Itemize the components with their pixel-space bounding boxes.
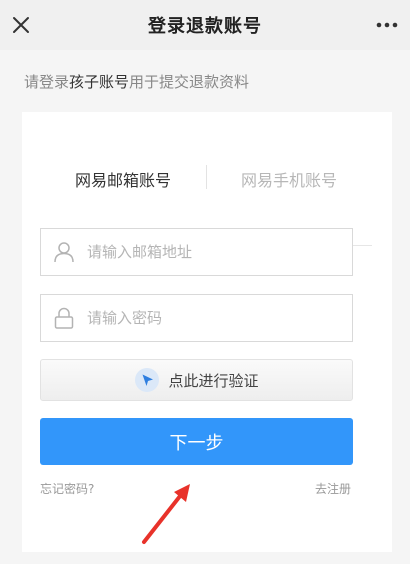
login-card: 网易邮箱账号 网易手机账号 点此进行验证 下一步 忘记密码 <box>22 112 392 552</box>
forgot-password-link[interactable]: 忘记密码? <box>40 480 94 497</box>
navigation-bar: 登录退款账号 <box>0 0 410 50</box>
captcha-verify-button[interactable]: 点此进行验证 <box>40 359 353 401</box>
login-hint: 请登录孩子账号用于提交退款资料 <box>24 71 249 92</box>
more-button[interactable] <box>370 10 404 40</box>
tab-phone-account[interactable]: 网易手机账号 <box>206 152 372 206</box>
close-icon <box>13 17 29 33</box>
password-input[interactable] <box>87 296 337 340</box>
captcha-label: 点此进行验证 <box>168 371 259 390</box>
hint-emphasis: 孩子账号 <box>69 73 130 91</box>
register-link[interactable]: 去注册 <box>315 480 351 497</box>
hint-suffix: 用于提交退款资料 <box>129 73 250 91</box>
password-field <box>40 294 353 342</box>
page-title: 登录退款账号 <box>148 16 262 37</box>
more-icon <box>376 22 398 28</box>
red-annotation-arrow-icon <box>142 484 190 544</box>
account-type-tabs: 网易邮箱账号 网易手机账号 <box>40 152 372 246</box>
hint-prefix: 请登录 <box>24 73 70 91</box>
email-field <box>40 228 353 276</box>
user-icon <box>41 229 87 275</box>
cursor-verify-icon <box>135 368 160 392</box>
lock-icon <box>41 295 87 341</box>
next-step-button[interactable]: 下一步 <box>40 418 353 465</box>
tab-email-account[interactable]: 网易邮箱账号 <box>40 152 206 206</box>
close-button[interactable] <box>6 10 36 40</box>
email-input[interactable] <box>87 230 337 274</box>
